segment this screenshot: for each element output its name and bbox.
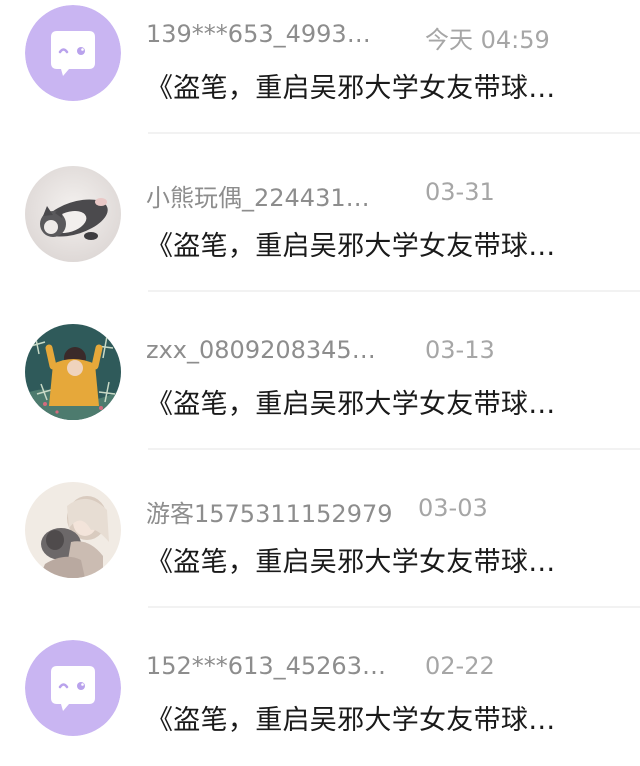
avatar-illustration-girl-with-dog[interactable]: [25, 482, 121, 578]
default-avatar-chat-icon[interactable]: [25, 640, 121, 736]
username: 游客1575311152979: [146, 500, 393, 528]
username: zxx_0809208345…: [146, 336, 376, 364]
timestamp: 02-22: [425, 652, 495, 680]
message-preview: 《盗笔，重启吴邪大学女友带球…: [146, 705, 556, 736]
message-preview: 《盗笔，重启吴邪大学女友带球…: [146, 389, 556, 420]
username: 152***613_45263…: [146, 652, 386, 680]
avatar-illustration-yellow-sweater[interactable]: [25, 324, 121, 420]
avatar-kitten[interactable]: [25, 166, 121, 262]
list-item[interactable]: 139***653_4993… 今天 04:59 《盗笔，重启吴邪大学女友带球…: [0, 0, 640, 134]
timestamp: 03-13: [425, 336, 495, 364]
message-preview: 《盗笔，重启吴邪大学女友带球…: [146, 73, 556, 104]
default-avatar-chat-icon[interactable]: [25, 5, 121, 101]
message-preview: 《盗笔，重启吴邪大学女友带球…: [146, 231, 556, 262]
list-item[interactable]: 游客1575311152979 03-03 《盗笔，重启吴邪大学女友带球…: [0, 450, 640, 608]
timestamp: 今天 04:59: [425, 26, 550, 54]
username: 小熊玩偶_224431…: [146, 184, 370, 212]
username: 139***653_4993…: [146, 20, 371, 48]
timestamp: 03-31: [425, 178, 495, 206]
message-preview: 《盗笔，重启吴邪大学女友带球…: [146, 547, 556, 578]
timestamp: 03-03: [418, 494, 488, 522]
list-item[interactable]: 小熊玩偶_224431… 03-31 《盗笔，重启吴邪大学女友带球…: [0, 134, 640, 292]
message-list: 139***653_4993… 今天 04:59 《盗笔，重启吴邪大学女友带球…: [0, 0, 640, 765]
list-item[interactable]: zxx_0809208345… 03-13 《盗笔，重启吴邪大学女友带球…: [0, 292, 640, 450]
list-item[interactable]: 152***613_45263… 02-22 《盗笔，重启吴邪大学女友带球…: [0, 608, 640, 766]
